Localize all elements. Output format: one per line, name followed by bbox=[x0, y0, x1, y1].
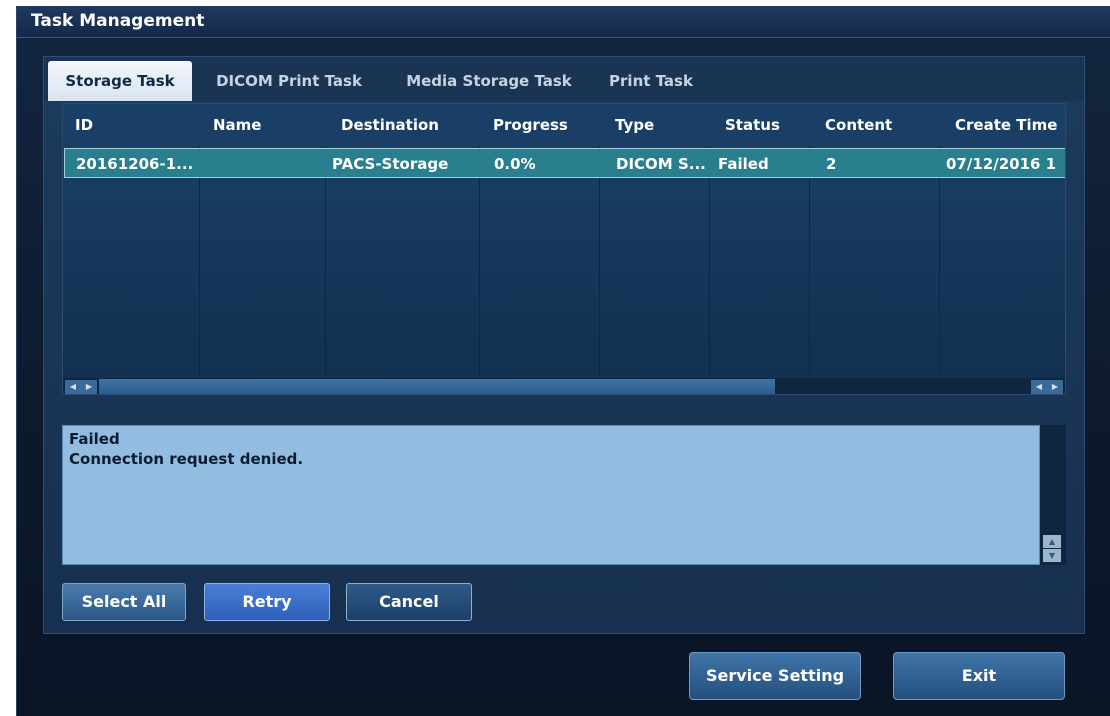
message-status: Failed bbox=[69, 430, 120, 448]
column-divider bbox=[599, 146, 600, 376]
cell-status: Failed bbox=[718, 155, 769, 173]
column-header-id[interactable]: ID bbox=[75, 116, 93, 134]
tab-print-task[interactable]: Print Task bbox=[596, 61, 706, 101]
column-divider bbox=[325, 146, 326, 376]
cell-progress: 0.0% bbox=[494, 155, 536, 173]
task-tabs: Storage Task DICOM Print Task Media Stor… bbox=[44, 57, 1084, 101]
column-header-content[interactable]: Content bbox=[825, 116, 892, 134]
arrow-left-icon[interactable]: ◀ bbox=[65, 380, 81, 394]
select-all-button[interactable]: Select All bbox=[62, 583, 186, 621]
arrow-right-icon[interactable]: ▶ bbox=[1047, 380, 1063, 394]
horizontal-scrollbar[interactable]: ◀ ▶ ◀ ▶ bbox=[63, 378, 1065, 394]
arrow-up-icon[interactable]: ▲ bbox=[1043, 535, 1061, 548]
column-header-type[interactable]: Type bbox=[615, 116, 654, 134]
tab-dicom-print-task[interactable]: DICOM Print Task bbox=[196, 61, 382, 101]
column-header-create-time[interactable]: Create Time bbox=[955, 116, 1057, 134]
cell-id: 20161206-1... bbox=[76, 155, 194, 173]
column-divider bbox=[479, 146, 480, 376]
column-header-name[interactable]: Name bbox=[213, 116, 261, 134]
column-header-destination[interactable]: Destination bbox=[341, 116, 439, 134]
arrow-left-icon[interactable]: ◀ bbox=[1031, 380, 1047, 394]
cell-create-time: 07/12/2016 1 bbox=[946, 155, 1057, 173]
arrow-down-icon[interactable]: ▼ bbox=[1043, 549, 1061, 562]
column-divider bbox=[809, 146, 810, 376]
cancel-button[interactable]: Cancel bbox=[346, 583, 472, 621]
table-row[interactable]: 20161206-1... PACS-Storage 0.0% DICOM S.… bbox=[64, 148, 1065, 178]
tab-media-storage-task[interactable]: Media Storage Task bbox=[386, 61, 592, 101]
column-header-status[interactable]: Status bbox=[725, 116, 780, 134]
cell-content: 2 bbox=[826, 155, 837, 173]
column-divider bbox=[939, 146, 940, 376]
cell-type: DICOM S... bbox=[616, 155, 706, 173]
retry-button[interactable]: Retry bbox=[204, 583, 330, 621]
tab-storage-task[interactable]: Storage Task bbox=[48, 61, 192, 101]
storage-task-content: ID Name Destination Progress Type Status… bbox=[44, 101, 1084, 633]
message-detail: Connection request denied. bbox=[69, 450, 304, 468]
cell-destination: PACS-Storage bbox=[332, 155, 449, 173]
scrollbar-thumb[interactable] bbox=[99, 379, 775, 394]
exit-button[interactable]: Exit bbox=[893, 652, 1065, 700]
column-divider bbox=[199, 146, 200, 376]
service-setting-button[interactable]: Service Setting bbox=[689, 652, 861, 700]
column-header-progress[interactable]: Progress bbox=[493, 116, 568, 134]
title-bar: Task Management bbox=[17, 6, 1110, 38]
arrow-right-icon[interactable]: ▶ bbox=[81, 380, 97, 394]
task-management-window: Task Management Storage Task DICOM Print… bbox=[16, 6, 1110, 716]
task-panel: Storage Task DICOM Print Task Media Stor… bbox=[43, 56, 1085, 634]
task-message-box: Failed Connection request denied. bbox=[62, 425, 1040, 565]
column-divider bbox=[709, 146, 710, 376]
message-vertical-scrollbar[interactable]: ▲ ▼ bbox=[1040, 425, 1066, 565]
window-title: Task Management bbox=[31, 11, 205, 31]
task-table: ID Name Destination Progress Type Status… bbox=[62, 103, 1066, 395]
table-header: ID Name Destination Progress Type Status… bbox=[63, 104, 1065, 146]
